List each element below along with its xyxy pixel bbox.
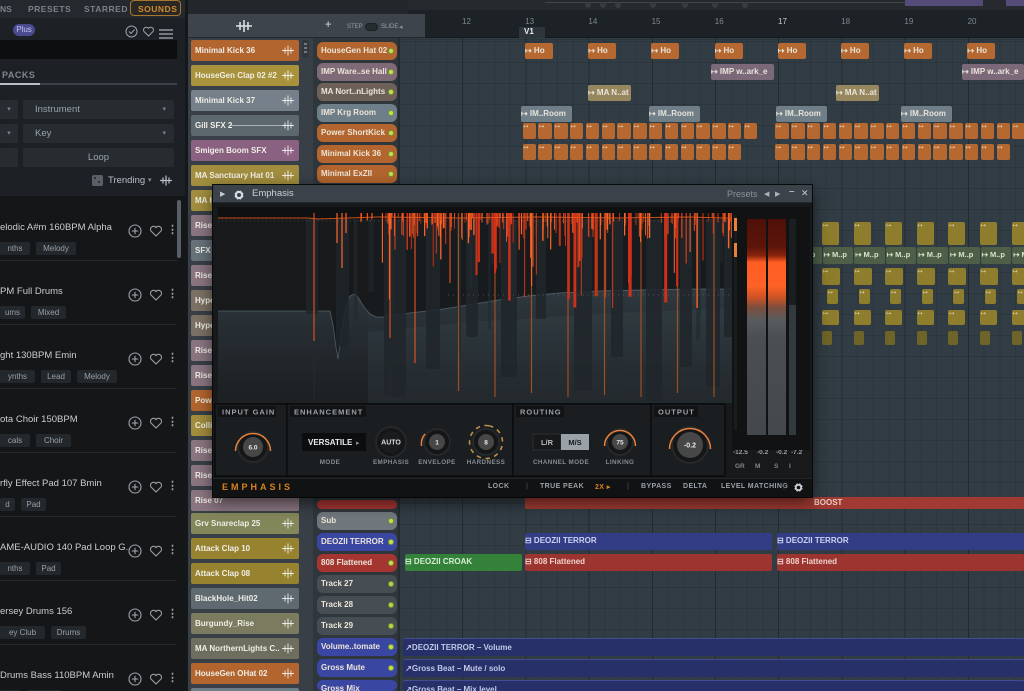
- svg-text:-7.2: -7.2: [791, 449, 803, 456]
- svg-text:S: S: [774, 463, 779, 470]
- svg-text:GR: GR: [735, 463, 745, 470]
- svg-text:-0.2: -0.2: [684, 443, 696, 450]
- svg-text:75: 75: [616, 440, 624, 447]
- svg-text:ENVELOPE: ENVELOPE: [418, 459, 456, 466]
- svg-text:▸: ▸: [356, 440, 360, 447]
- svg-text:CHANNEL MODE: CHANNEL MODE: [533, 459, 589, 466]
- svg-text:L/R: L/R: [541, 438, 554, 447]
- svg-text:6.0: 6.0: [248, 445, 257, 452]
- svg-text:-0.2: -0.2: [776, 449, 788, 456]
- svg-text:INPUT GAIN: INPUT GAIN: [222, 408, 275, 417]
- svg-text:EMPHASIS: EMPHASIS: [373, 459, 409, 466]
- svg-text:I: I: [789, 463, 791, 470]
- svg-text:AUTO: AUTO: [381, 440, 401, 447]
- svg-text:-0.2: -0.2: [757, 449, 769, 456]
- svg-text:M: M: [755, 463, 760, 470]
- svg-text:8: 8: [484, 440, 488, 447]
- svg-text:1: 1: [435, 440, 439, 447]
- svg-text:LINKING: LINKING: [606, 459, 635, 466]
- svg-text:OUTPUT: OUTPUT: [658, 408, 695, 417]
- svg-text:-12.5: -12.5: [733, 449, 748, 456]
- svg-text:ENHANCEMENT: ENHANCEMENT: [294, 408, 363, 417]
- svg-text:ROUTING: ROUTING: [520, 408, 562, 417]
- svg-text:M/S: M/S: [568, 438, 581, 447]
- svg-text:HARDNESS: HARDNESS: [467, 459, 506, 466]
- svg-text:MODE: MODE: [320, 459, 341, 466]
- svg-text:VERSATILE: VERSATILE: [308, 438, 353, 447]
